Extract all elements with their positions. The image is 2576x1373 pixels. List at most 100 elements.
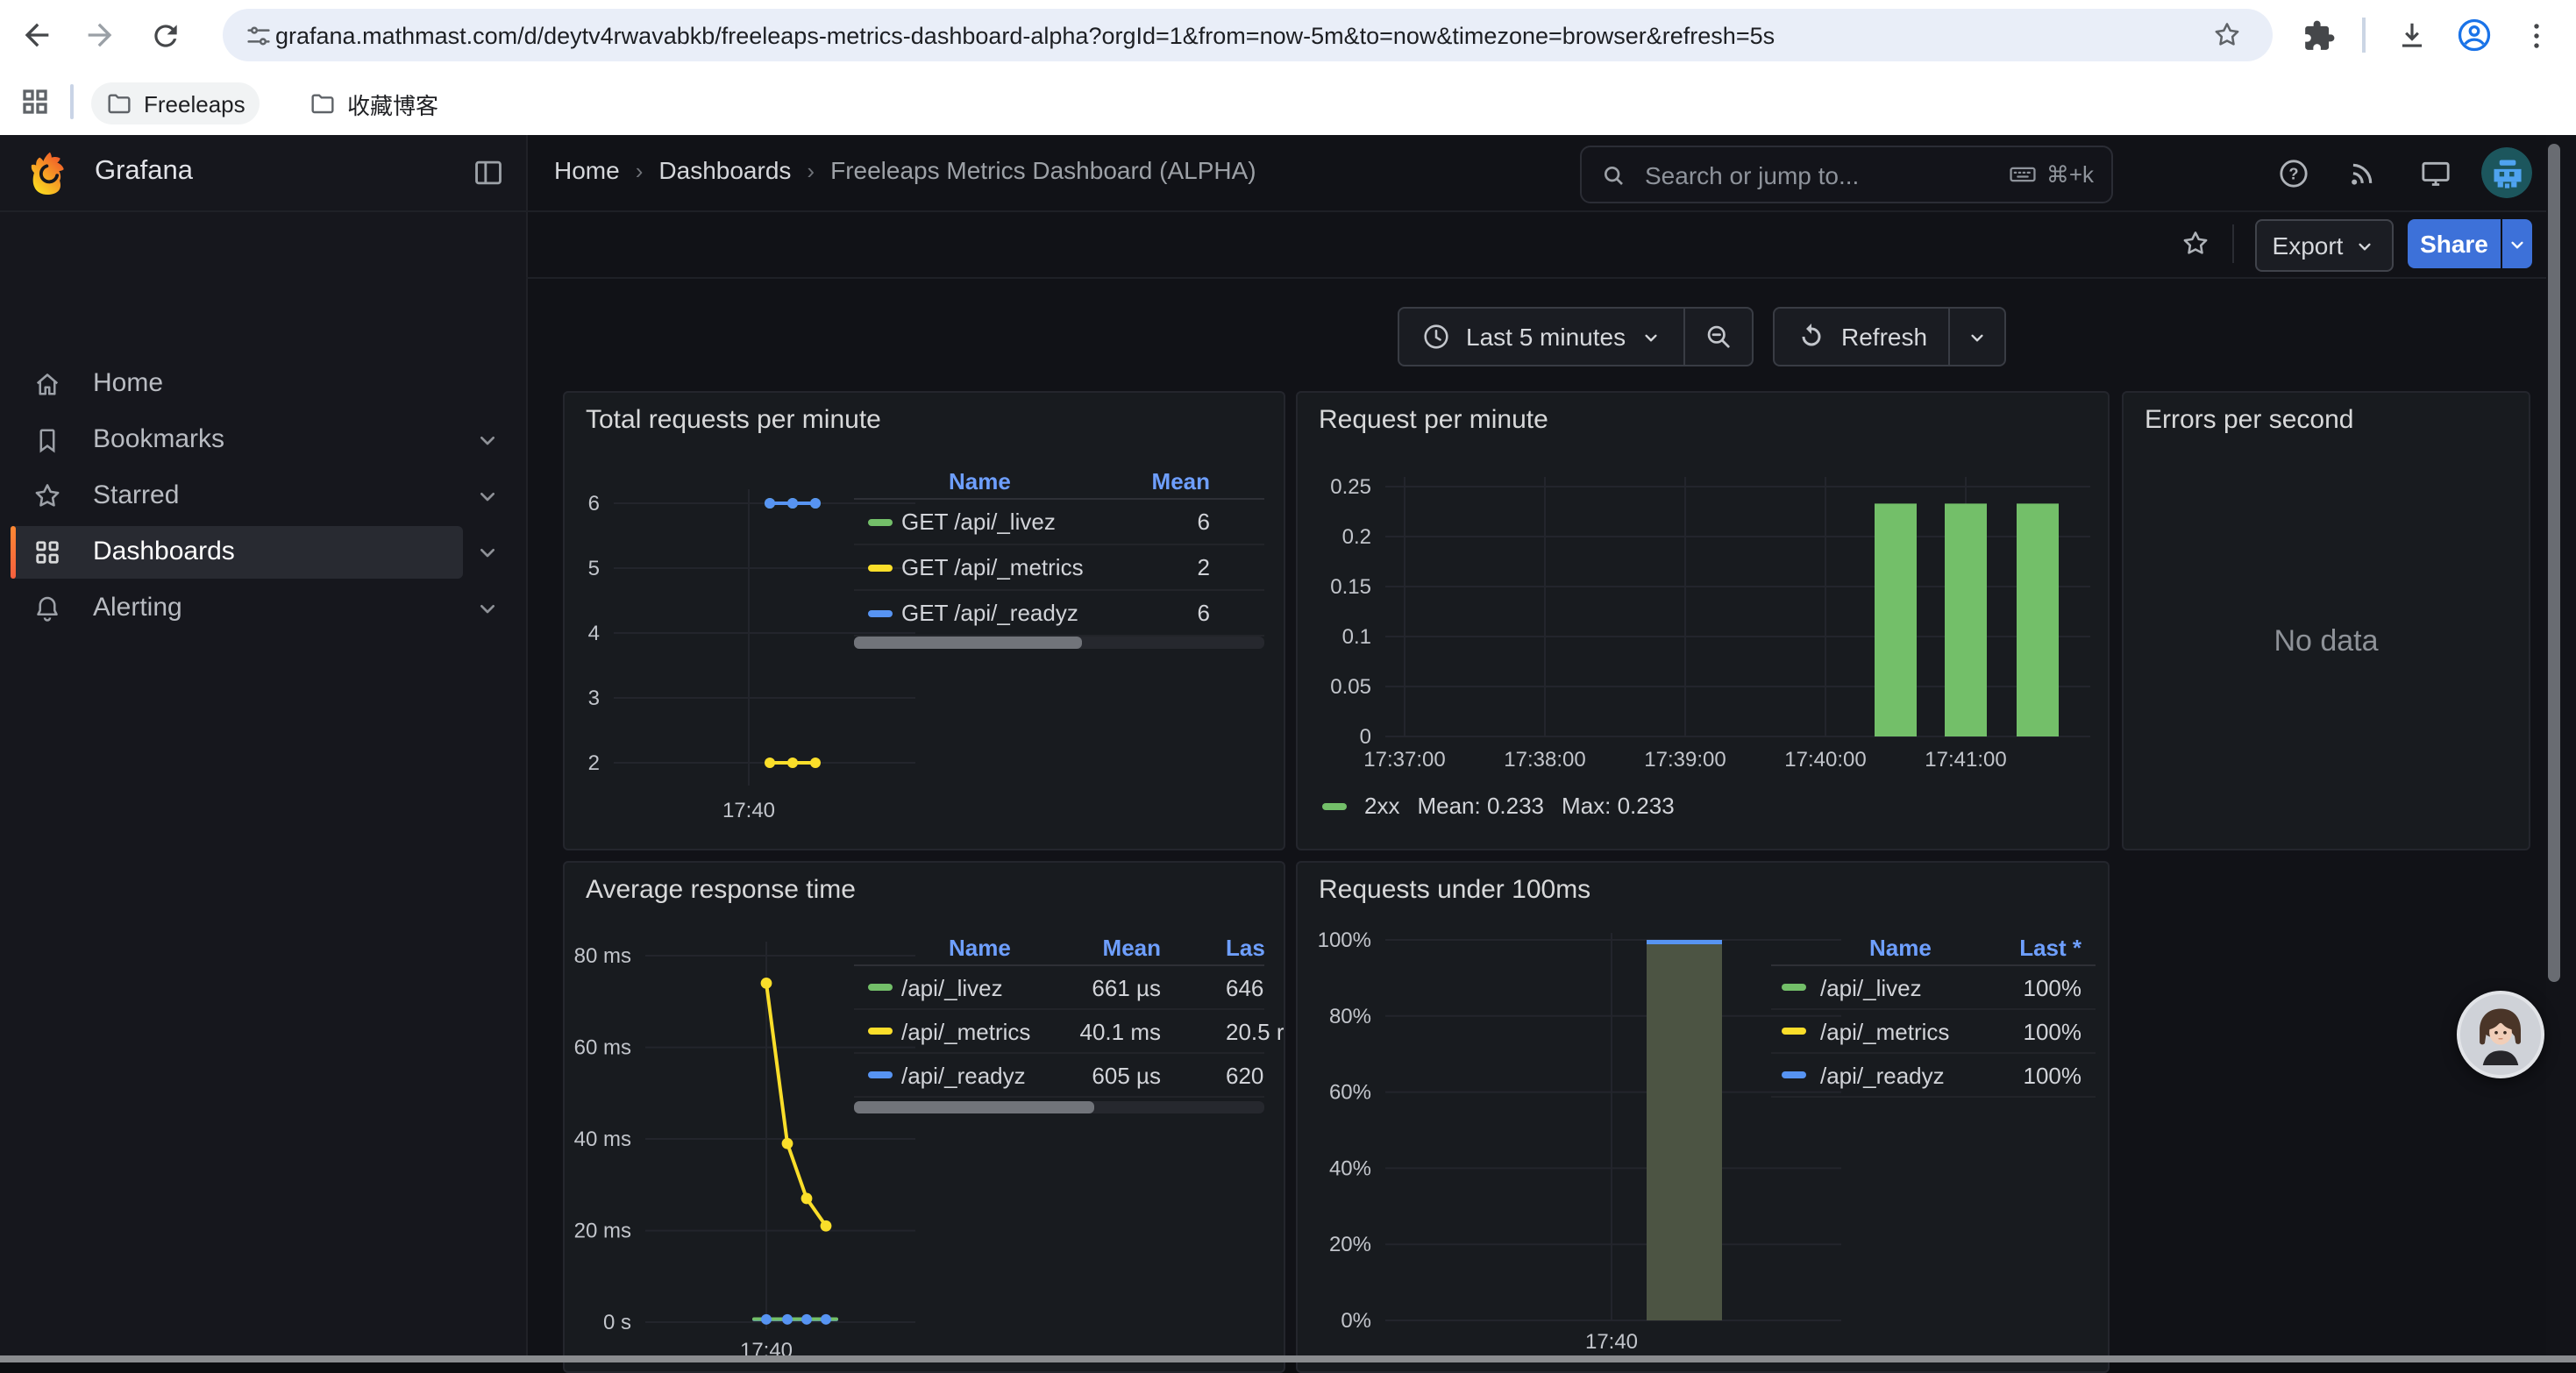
help-icon[interactable]: ? xyxy=(2276,156,2311,191)
svg-text:2: 2 xyxy=(588,751,600,775)
bell-icon xyxy=(32,593,63,624)
legend-scrollbar[interactable] xyxy=(854,637,1264,649)
profile-icon[interactable] xyxy=(2453,14,2495,56)
zoom-out-button[interactable] xyxy=(1685,321,1752,352)
series-swatch xyxy=(1782,1071,1806,1078)
sidebar-item-bookmarks[interactable]: Bookmarks xyxy=(0,414,526,466)
svg-text:4: 4 xyxy=(588,622,600,645)
page-scrollbar[interactable] xyxy=(2546,135,2576,1362)
chevron-down-icon[interactable] xyxy=(473,482,502,510)
bookmark-folder-blogs[interactable]: 收藏博客 xyxy=(295,82,452,124)
panel-legend: Name Mean GET /api/_livez 6 GET /api/_me… xyxy=(854,468,1264,637)
sidebar-item-alerting[interactable]: Alerting xyxy=(0,582,526,635)
series-swatch xyxy=(1322,802,1347,809)
dock-sidebar-icon[interactable] xyxy=(472,156,505,189)
svg-text:5: 5 xyxy=(588,557,600,580)
sidebar-item-dashboards[interactable]: Dashboards xyxy=(0,526,526,579)
breadcrumb-home[interactable]: Home xyxy=(554,156,620,184)
sidebar-item-label: Bookmarks xyxy=(93,424,224,454)
favorite-star-icon[interactable] xyxy=(2180,228,2211,260)
legend-row[interactable]: /api/_readyz 100% xyxy=(1771,1054,2096,1098)
panel-errors-per-second[interactable]: Errors per second No data xyxy=(2122,391,2530,850)
legend-row[interactable]: /api/_metrics 100% xyxy=(1771,1010,2096,1054)
sidebar-item-starred[interactable]: Starred xyxy=(0,470,526,523)
svg-text:20%: 20% xyxy=(1329,1233,1371,1256)
chevron-down-icon[interactable] xyxy=(473,538,502,566)
legend-row[interactable]: GET /api/_livez 6 xyxy=(854,500,1264,545)
svg-text:17:40:00: 17:40:00 xyxy=(1784,748,1866,772)
sidebar: Grafana Home Bookmarks Starred xyxy=(0,135,528,1362)
refresh-button[interactable]: Refresh xyxy=(1775,321,1948,352)
scrollbar-thumb[interactable] xyxy=(2548,144,2560,982)
legend-row[interactable]: GET /api/_readyz 6 xyxy=(854,591,1264,637)
download-icon[interactable] xyxy=(2390,14,2432,56)
home-icon xyxy=(32,368,63,400)
sidebar-item-home[interactable]: Home xyxy=(0,358,526,410)
legend-series[interactable]: 2xx xyxy=(1364,793,1399,819)
svg-text:40 ms: 40 ms xyxy=(574,1128,631,1151)
back-icon[interactable] xyxy=(16,14,58,56)
panel-title[interactable]: Errors per second xyxy=(2145,405,2353,435)
sidebar-item-label: Dashboards xyxy=(93,537,235,566)
app-header: Home › Dashboards › Freeleaps Metrics Da… xyxy=(526,135,2576,212)
legend-row[interactable]: /api/_metrics 40.1 ms 20.5 r xyxy=(854,1010,1264,1054)
actions-divider xyxy=(2232,224,2234,263)
menu-kebab-icon[interactable] xyxy=(2515,14,2557,56)
dashboard-actions: Export Share xyxy=(526,210,2576,279)
tune-icon xyxy=(244,21,274,51)
share-button[interactable]: Share xyxy=(2408,219,2501,268)
svg-text:0.25: 0.25 xyxy=(1330,475,1371,499)
bookmark-icon xyxy=(32,424,63,456)
panel-average-response-time[interactable]: Average response time 80 ms60 ms40 ms20 … xyxy=(563,861,1285,1373)
panel-total-requests-per-minute[interactable]: Total requests per minute 6543217:40 Nam… xyxy=(563,391,1285,850)
bookmark-star-icon[interactable] xyxy=(2211,19,2243,51)
user-avatar[interactable] xyxy=(2481,147,2532,198)
legend-scrollbar[interactable] xyxy=(854,1101,1264,1113)
legend-row[interactable]: /api/_livez 100% xyxy=(1771,966,2096,1010)
bookmark-folder-freeleaps[interactable]: Freeleaps xyxy=(91,82,260,124)
floating-assistant-avatar[interactable] xyxy=(2457,991,2544,1078)
share-dropdown-button[interactable] xyxy=(2502,219,2532,268)
forward-icon[interactable] xyxy=(79,14,121,56)
panel-requests-under-100ms[interactable]: Requests under 100ms 100%80%60%40%20%0%1… xyxy=(1296,861,2110,1373)
apps-grid-icon[interactable] xyxy=(19,86,51,117)
panel-legend: Name Last * /api/_livez 100% /api/_metri… xyxy=(1771,935,2096,1098)
legend-header: Name Mean Las xyxy=(854,935,1264,966)
panel-request-per-minute[interactable]: Request per minute 0.250.20.150.10.05017… xyxy=(1296,391,2110,850)
breadcrumb-dashboards[interactable]: Dashboards xyxy=(658,156,791,184)
svg-text:17:40: 17:40 xyxy=(722,799,775,822)
chevron-down-icon[interactable] xyxy=(473,426,502,454)
svg-text:17:40: 17:40 xyxy=(1585,1330,1638,1354)
grafana-logo[interactable] xyxy=(26,149,74,196)
time-range-button[interactable]: Last 5 minutes xyxy=(1399,321,1683,352)
refresh-interval-button[interactable] xyxy=(1950,325,2004,348)
series-swatch xyxy=(868,1028,893,1035)
bookmark-label: 收藏博客 xyxy=(347,87,438,120)
bar-chart: 0.250.20.150.10.05017:37:0017:38:0017:39… xyxy=(1298,393,2108,849)
chevron-down-icon[interactable] xyxy=(473,594,502,622)
legend-header: Name Last * xyxy=(1771,935,2096,966)
url-text[interactable]: grafana.mathmast.com/d/deytv4rwavabkb/fr… xyxy=(275,22,2273,48)
svg-text:0.05: 0.05 xyxy=(1330,675,1371,699)
search-input[interactable] xyxy=(1641,159,1997,190)
svg-text:0%: 0% xyxy=(1341,1309,1371,1333)
zoom-out-icon xyxy=(1703,321,1734,352)
legend-row[interactable]: /api/_readyz 605 µs 620 xyxy=(854,1054,1264,1098)
legend-row[interactable]: GET /api/_metrics 2 xyxy=(854,545,1264,591)
search-box[interactable]: ⌘+k xyxy=(1580,146,2113,203)
svg-text:0.2: 0.2 xyxy=(1342,525,1371,549)
legend-row[interactable]: /api/_livez 661 µs 646 xyxy=(854,966,1264,1010)
export-button[interactable]: Export xyxy=(2255,219,2394,272)
search-shortcut: ⌘+k xyxy=(2008,160,2094,189)
reload-icon[interactable] xyxy=(144,14,186,56)
legend-mean: Mean: 0.233 xyxy=(1417,793,1544,819)
monitor-icon[interactable] xyxy=(2418,156,2453,191)
extensions-icon[interactable] xyxy=(2297,14,2339,56)
breadcrumb-current: Freeleaps Metrics Dashboard (ALPHA) xyxy=(830,156,1256,184)
brand-name[interactable]: Grafana xyxy=(95,156,193,188)
grafana-app: Grafana Home Bookmarks Starred xyxy=(0,135,2576,1362)
rss-icon[interactable] xyxy=(2346,156,2381,191)
series-swatch xyxy=(1782,1028,1806,1035)
address-bar[interactable]: grafana.mathmast.com/d/deytv4rwavabkb/fr… xyxy=(223,9,2273,61)
time-range-controls: Last 5 minutes xyxy=(1398,307,1754,366)
